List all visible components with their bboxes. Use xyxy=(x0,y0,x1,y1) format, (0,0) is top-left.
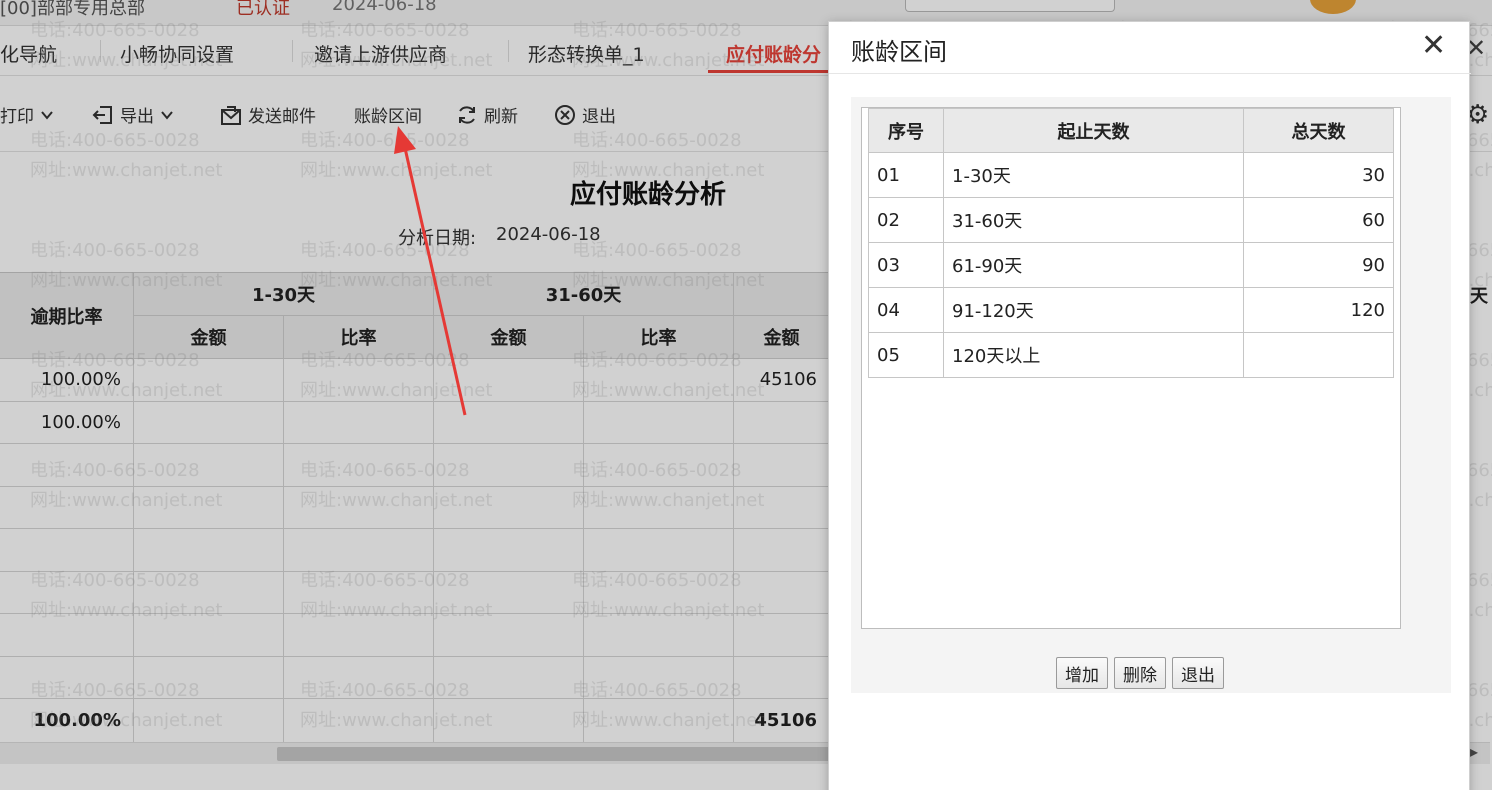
range-cell: 120天以上 xyxy=(943,332,1244,378)
total-days-header: 总天数 xyxy=(1243,108,1394,153)
interval-row[interactable]: 05 120天以上 xyxy=(868,332,1394,378)
total-days-cell: 60 xyxy=(1243,197,1394,243)
interval-row[interactable]: 04 91-120天 120 xyxy=(868,287,1394,333)
interval-list: 序号 起止天数 总天数 01 1-30天 30 02 31-60天 60 03 61-90天 9… xyxy=(861,107,1401,629)
dialog-header: 账龄区间 ✕ xyxy=(829,22,1471,74)
range-cell: 1-30天 xyxy=(943,152,1244,198)
interval-row[interactable]: 01 1-30天 30 xyxy=(868,152,1394,198)
interval-row[interactable]: 03 61-90天 90 xyxy=(868,242,1394,288)
seq-cell: 01 xyxy=(868,152,944,198)
aging-interval-dialog: 账龄区间 ✕ 序号 起止天数 总天数 01 1-30天 30 02 31-60天 60 03… xyxy=(828,21,1471,790)
dialog-exit-button[interactable]: 退出 xyxy=(1172,657,1224,689)
add-button[interactable]: 增加 xyxy=(1056,657,1108,689)
range-cell: 31-60天 xyxy=(943,197,1244,243)
total-days-cell: 30 xyxy=(1243,152,1394,198)
dialog-button-row: 增加 删除 退出 xyxy=(1056,657,1224,689)
interval-table: 序号 起止天数 总天数 01 1-30天 30 02 31-60天 60 03 61-90天 9… xyxy=(868,108,1394,378)
range-cell: 61-90天 xyxy=(943,242,1244,288)
seq-cell: 02 xyxy=(868,197,944,243)
delete-button[interactable]: 删除 xyxy=(1114,657,1166,689)
seq-cell: 04 xyxy=(868,287,944,333)
total-days-cell xyxy=(1243,332,1394,378)
total-days-cell: 120 xyxy=(1243,287,1394,333)
dialog-title: 账龄区间 xyxy=(851,38,947,66)
seq-cell: 03 xyxy=(868,242,944,288)
table-header-row: 序号 起止天数 总天数 xyxy=(868,108,1394,153)
total-days-cell: 90 xyxy=(1243,242,1394,288)
dialog-panel: 序号 起止天数 总天数 01 1-30天 30 02 31-60天 60 03 61-90天 9… xyxy=(851,97,1451,693)
range-cell: 91-120天 xyxy=(943,287,1244,333)
close-icon[interactable]: ✕ xyxy=(1421,28,1446,63)
seq-cell: 05 xyxy=(868,332,944,378)
seq-header: 序号 xyxy=(868,108,944,153)
interval-row[interactable]: 02 31-60天 60 xyxy=(868,197,1394,243)
range-header: 起止天数 xyxy=(943,108,1244,153)
